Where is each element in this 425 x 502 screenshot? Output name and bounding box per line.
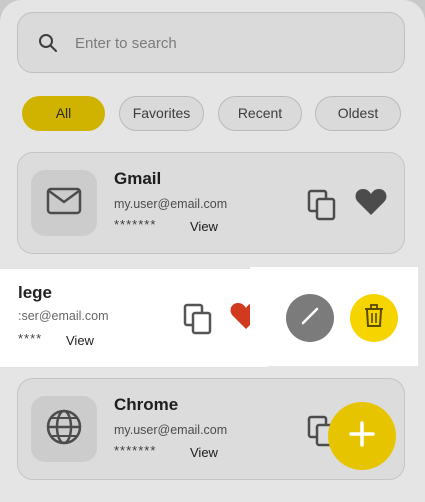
swipe-actions-panel <box>250 267 418 366</box>
view-password-link[interactable]: View <box>66 333 94 348</box>
plus-icon <box>347 419 377 454</box>
trash-icon <box>363 303 385 333</box>
delete-button[interactable] <box>350 294 398 342</box>
entry-title: lege <box>18 283 53 302</box>
entry-password-mask: **** <box>18 331 43 346</box>
edit-button[interactable] <box>286 294 334 342</box>
add-entry-fab[interactable] <box>328 402 396 470</box>
pencil-icon <box>299 305 321 332</box>
copy-icon[interactable] <box>183 303 213 340</box>
password-manager-screen: Enter to search All Favorites Recent Old… <box>0 0 425 502</box>
entry-card-swiped[interactable]: lege :ser@email.com **** View <box>0 268 280 368</box>
entry-email: :ser@email.com <box>18 309 109 323</box>
